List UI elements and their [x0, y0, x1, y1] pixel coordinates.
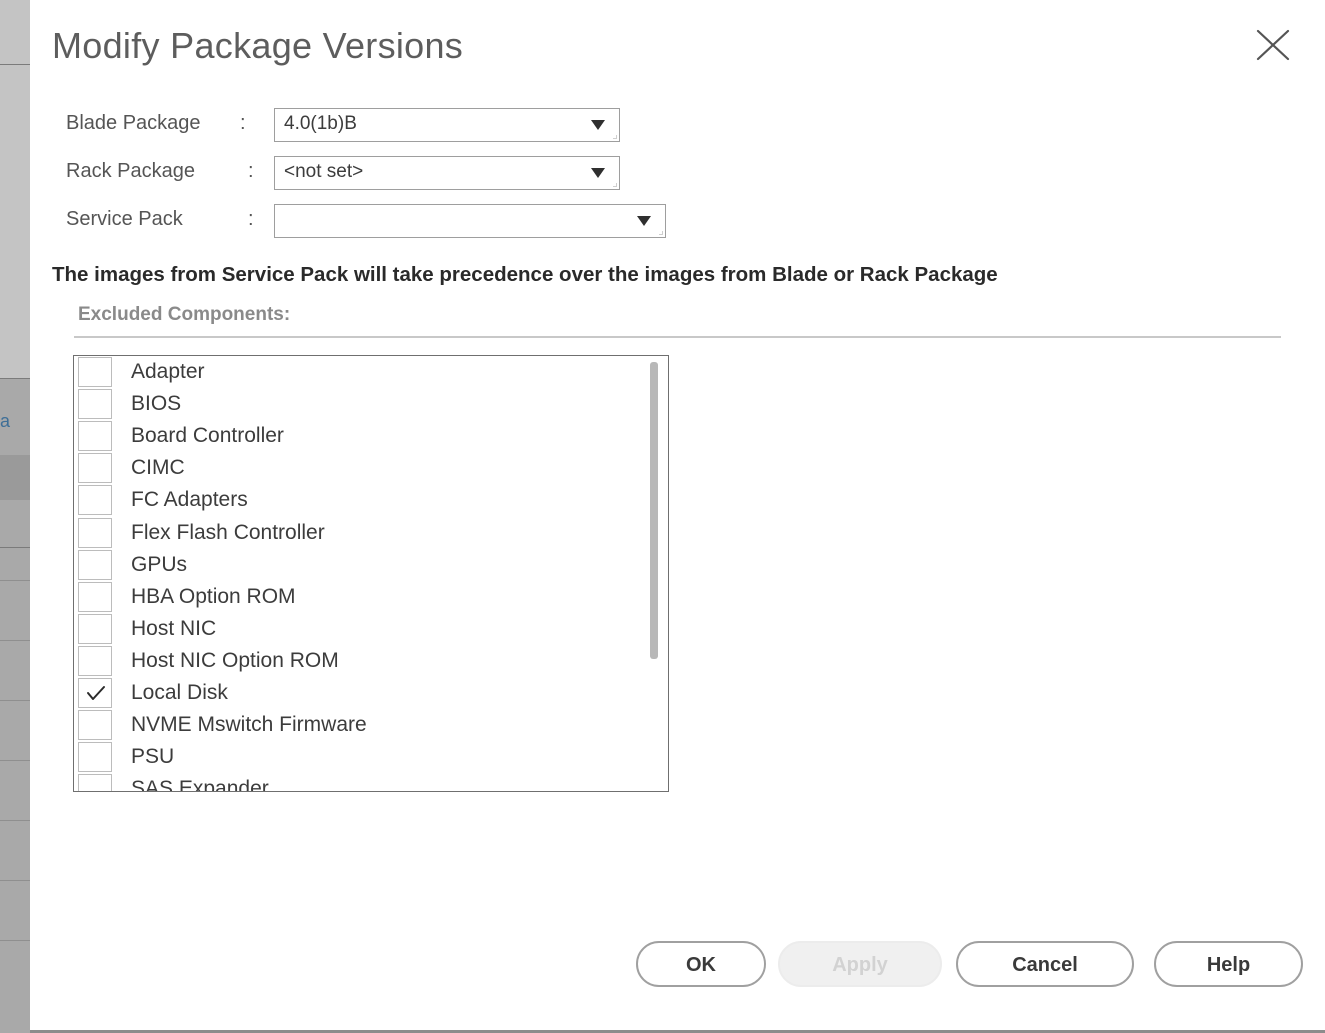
service-pack-colon: :: [248, 208, 254, 230]
background-app-strip: a: [0, 0, 30, 1033]
rack-package-colon: :: [248, 160, 254, 182]
close-icon[interactable]: [1253, 28, 1293, 62]
background-divider: [0, 64, 30, 65]
list-item[interactable]: NVME Mswitch Firmware: [74, 710, 644, 742]
rack-package-label: Rack Package: [66, 160, 195, 182]
component-label: Adapter: [131, 360, 205, 383]
component-checkbox[interactable]: [78, 453, 112, 484]
background-divider: [0, 880, 30, 881]
blade-package-value: 4.0(1b)B: [284, 113, 357, 134]
component-checkbox[interactable]: [78, 774, 112, 791]
list-item[interactable]: HBA Option ROM: [74, 581, 644, 614]
precedence-notice: The images from Service Pack will take p…: [52, 263, 998, 286]
blade-package-label: Blade Package: [66, 112, 201, 134]
background-divider: [0, 640, 30, 641]
modify-package-versions-dialog: Modify Package Versions Blade Package : …: [30, 0, 1325, 1033]
excluded-components-list[interactable]: Adapter BIOS Board Controller CIMC FC Adapte…: [73, 355, 669, 792]
dropdown-arrow-icon: [637, 216, 651, 226]
background-divider: [0, 700, 30, 701]
list-item[interactable]: GPUs: [74, 549, 644, 582]
dropdown-arrow-icon: [591, 168, 605, 178]
rack-package-value: <not set>: [284, 161, 364, 182]
list-item[interactable]: Board Controller: [74, 421, 644, 453]
background-divider: [0, 547, 30, 548]
component-label: CIMC: [131, 456, 185, 480]
background-divider: [0, 760, 30, 761]
list-item[interactable]: SAS Expander: [74, 774, 644, 792]
component-label: Local Disk: [131, 681, 228, 704]
background-peek-text: a: [0, 411, 11, 431]
section-divider: [74, 336, 1281, 338]
list-item[interactable]: Host NIC Option ROM: [74, 645, 644, 678]
component-label: Host NIC Option ROM: [131, 648, 339, 672]
component-label: FC Adapters: [131, 488, 248, 512]
dropdown-arrow-icon: [591, 120, 605, 130]
rack-package-row: Rack Package : <not set>: [66, 156, 666, 192]
component-label: Host NIC: [131, 616, 217, 640]
list-item[interactable]: FC Adapters: [74, 485, 644, 517]
dialog-title: Modify Package Versions: [52, 25, 464, 66]
background-divider: [0, 378, 30, 379]
service-pack-label: Service Pack: [66, 208, 183, 230]
component-label: NVME Mswitch Firmware: [131, 713, 367, 737]
component-checkbox[interactable]: [78, 549, 112, 580]
list-scrollbar[interactable]: [650, 362, 658, 659]
component-label: SAS Expander: [131, 777, 269, 792]
component-checkbox[interactable]: [78, 678, 112, 708]
background-divider: [0, 580, 30, 581]
background-panel: [0, 455, 30, 500]
background-panel: [0, 0, 30, 378]
component-label: BIOS: [131, 392, 182, 416]
component-label: Flex Flash Controller: [131, 520, 325, 544]
component-checkbox[interactable]: [78, 421, 112, 452]
resize-corner-icon: [613, 135, 617, 139]
component-checkbox[interactable]: [78, 517, 112, 548]
list-item[interactable]: CIMC: [74, 453, 644, 485]
component-label: PSU: [131, 745, 175, 769]
list-item[interactable]: Adapter: [74, 357, 644, 389]
component-checkbox[interactable]: [78, 357, 112, 387]
resize-corner-icon: [613, 183, 617, 187]
background-divider: [0, 820, 30, 821]
checkmark-icon: [87, 686, 105, 700]
service-pack-row: Service Pack :: [66, 204, 716, 240]
rack-package-select[interactable]: <not set>: [274, 156, 620, 190]
component-checkbox[interactable]: [78, 645, 112, 676]
apply-button: Apply: [778, 941, 942, 987]
blade-package-select[interactable]: 4.0(1b)B: [274, 108, 620, 142]
component-label: HBA Option ROM: [131, 584, 296, 608]
component-checkbox[interactable]: [78, 581, 112, 612]
component-checkbox[interactable]: [78, 613, 112, 644]
list-item[interactable]: BIOS: [74, 389, 644, 421]
component-checkbox[interactable]: [78, 710, 112, 741]
background-divider: [0, 940, 30, 941]
help-button[interactable]: Help: [1154, 941, 1303, 987]
list-item[interactable]: PSU: [74, 742, 644, 774]
list-item[interactable]: Flex Flash Controller: [74, 517, 644, 550]
component-label: GPUs: [131, 552, 188, 576]
ok-button[interactable]: OK: [636, 941, 766, 987]
component-checkbox[interactable]: [78, 485, 112, 516]
blade-package-row: Blade Package : 4.0(1b)B: [66, 108, 666, 144]
component-checkbox[interactable]: [78, 742, 112, 773]
cancel-button[interactable]: Cancel: [956, 941, 1134, 987]
component-checkbox[interactable]: [78, 389, 112, 420]
resize-corner-icon: [659, 231, 663, 235]
list-item[interactable]: Host NIC: [74, 613, 644, 646]
blade-package-colon: :: [240, 112, 246, 134]
component-label: Board Controller: [131, 424, 284, 448]
service-pack-select[interactable]: [274, 204, 666, 238]
excluded-components-title: Excluded Components:: [78, 304, 291, 325]
list-item[interactable]: Local Disk: [74, 678, 644, 710]
